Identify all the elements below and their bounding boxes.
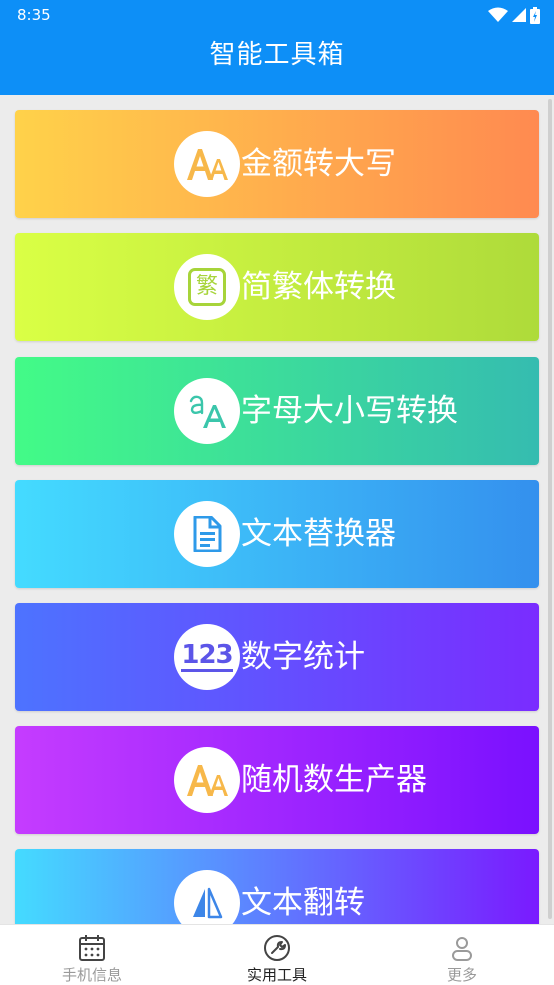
letter-case-icon (174, 378, 240, 444)
traditional-char-icon: 繁 (174, 254, 240, 320)
wifi-icon (488, 7, 508, 22)
tool-card-simplified-traditional[interactable]: 繁 简繁体转换 (15, 233, 539, 341)
tool-label: 金额转大写 (241, 146, 396, 182)
wrench-icon (264, 935, 290, 961)
scrollbar[interactable] (548, 99, 552, 919)
tool-card-text-flip[interactable]: 文本翻转 (15, 849, 539, 924)
font-aa-icon (174, 131, 240, 197)
battery-icon (530, 6, 540, 24)
nav-item-phone-info[interactable]: 手机信息 (0, 925, 184, 985)
nav-label: 更多 (446, 966, 477, 984)
tool-label: 随机数生产器 (241, 762, 427, 798)
nav-label: 实用工具 (246, 966, 307, 984)
number-123-icon: 123 (174, 624, 240, 690)
tool-card-letter-case[interactable]: 字母大小写转换 (15, 357, 539, 465)
tool-card-amount-to-uppercase[interactable]: 金额转大写 (15, 110, 539, 218)
tool-label: 数字统计 (241, 639, 365, 675)
status-time: 8:35 (17, 6, 51, 24)
nav-item-tools[interactable]: 实用工具 (185, 925, 369, 985)
calendar-icon (79, 935, 105, 961)
tool-card-random-number[interactable]: 随机数生产器 (15, 726, 539, 834)
tool-label: 字母大小写转换 (241, 393, 458, 429)
status-icons (488, 6, 540, 24)
bottom-nav: 手机信息 实用工具 更多 (0, 924, 554, 985)
tool-list[interactable]: 金额转大写 繁 简繁体转换 字母大小写转换 文本替换器 123 数字统计 随机数… (0, 95, 554, 924)
nav-item-more[interactable]: 更多 (370, 925, 554, 985)
tool-label: 文本替换器 (241, 516, 396, 552)
number-123-badge: 123 (181, 641, 234, 673)
traditional-char-badge: 繁 (188, 268, 226, 306)
document-icon (174, 501, 240, 567)
tool-label: 简繁体转换 (241, 269, 396, 305)
signal-icon (512, 8, 526, 22)
tool-card-text-replacer[interactable]: 文本替换器 (15, 480, 539, 588)
font-aa-icon (174, 747, 240, 813)
tool-card-number-stats[interactable]: 123 数字统计 (15, 603, 539, 711)
app-bar: 8:35 智能工具箱 (0, 0, 554, 95)
nav-label: 手机信息 (61, 966, 122, 984)
page-title: 智能工具箱 (209, 40, 345, 70)
flip-icon (174, 870, 240, 924)
tool-label: 文本翻转 (241, 885, 365, 921)
user-icon (452, 937, 472, 961)
